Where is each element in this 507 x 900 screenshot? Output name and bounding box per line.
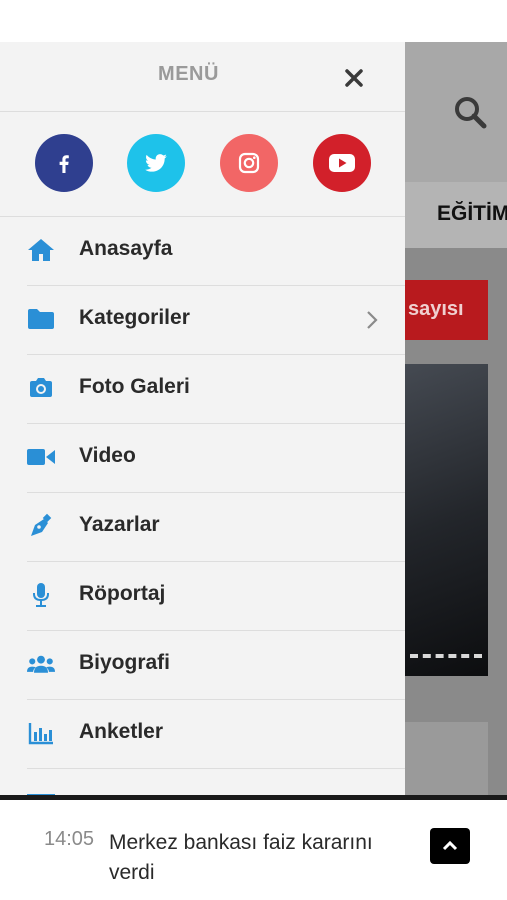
- menu-item-anketler[interactable]: Anketler: [27, 700, 405, 769]
- scroll-to-top-button[interactable]: [430, 828, 470, 864]
- search-icon[interactable]: [452, 94, 488, 130]
- side-menu: MENÜ Anasayfa Kategoriler Foto Galeri Vi…: [0, 42, 405, 795]
- menu-item-foto-galeri[interactable]: Foto Galeri: [27, 355, 405, 424]
- camera-icon: [27, 374, 55, 402]
- instagram-button[interactable]: [220, 134, 278, 192]
- ticker-headline[interactable]: Merkez bankası faiz kararını verdi: [109, 828, 409, 888]
- menu-item-label: Anasayfa: [79, 237, 173, 260]
- twitter-icon: [145, 154, 167, 172]
- pen-icon: [27, 512, 55, 540]
- menu-item-label: Anketler: [79, 720, 164, 743]
- menu-list: Anasayfa Kategoriler Foto Galeri Video Y…: [0, 217, 405, 795]
- close-icon: [345, 69, 363, 87]
- facebook-icon: [59, 155, 69, 173]
- menu-item-label: Kategoriler: [79, 306, 190, 329]
- home-icon: [27, 236, 55, 264]
- youtube-button[interactable]: [313, 134, 371, 192]
- menu-item-label: Biyografi: [79, 651, 171, 674]
- menu-item-yazarlar[interactable]: Yazarlar: [27, 493, 405, 562]
- menu-header: MENÜ: [0, 42, 405, 112]
- folder-icon: [27, 305, 55, 333]
- instagram-icon: [238, 152, 260, 174]
- news-image-secondary[interactable]: [405, 722, 488, 795]
- chevron-up-icon: [442, 840, 458, 851]
- twitter-button[interactable]: [127, 134, 185, 192]
- video-camera-icon: [27, 443, 55, 471]
- slider-indicator: [410, 654, 482, 662]
- menu-item-label: Foto Galeri: [79, 375, 190, 398]
- youtube-icon: [329, 154, 355, 172]
- bar-chart-icon: [27, 719, 55, 747]
- menu-item-anasayfa[interactable]: Anasayfa: [27, 217, 405, 286]
- menu-item-partial[interactable]: [27, 769, 405, 795]
- menu-item-biyografi[interactable]: Biyografi: [27, 631, 405, 700]
- menu-item-roportaj[interactable]: Röportaj: [27, 562, 405, 631]
- social-links: [0, 112, 405, 217]
- top-bar: [0, 0, 507, 42]
- nav-item-egitim[interactable]: EĞİTİM: [437, 202, 507, 226]
- menu-item-video[interactable]: Video: [27, 424, 405, 493]
- microphone-icon: [27, 581, 55, 609]
- menu-title: MENÜ: [158, 63, 219, 85]
- news-image[interactable]: [405, 364, 488, 676]
- menu-item-label: Yazarlar: [79, 513, 160, 536]
- chevron-right-icon: [367, 311, 378, 329]
- facebook-button[interactable]: [35, 134, 93, 192]
- list-icon: [27, 788, 55, 795]
- close-button[interactable]: [340, 64, 368, 92]
- menu-item-label: Video: [79, 444, 136, 467]
- users-icon: [27, 650, 55, 678]
- menu-item-label: Röportaj: [79, 582, 166, 605]
- breaking-headline-text: sayısı: [408, 298, 464, 320]
- menu-item-kategoriler[interactable]: Kategoriler: [27, 286, 405, 355]
- ticker-time: 14:05: [44, 828, 95, 850]
- news-ticker[interactable]: 14:05 Merkez bankası faiz kararını verdi: [0, 795, 507, 900]
